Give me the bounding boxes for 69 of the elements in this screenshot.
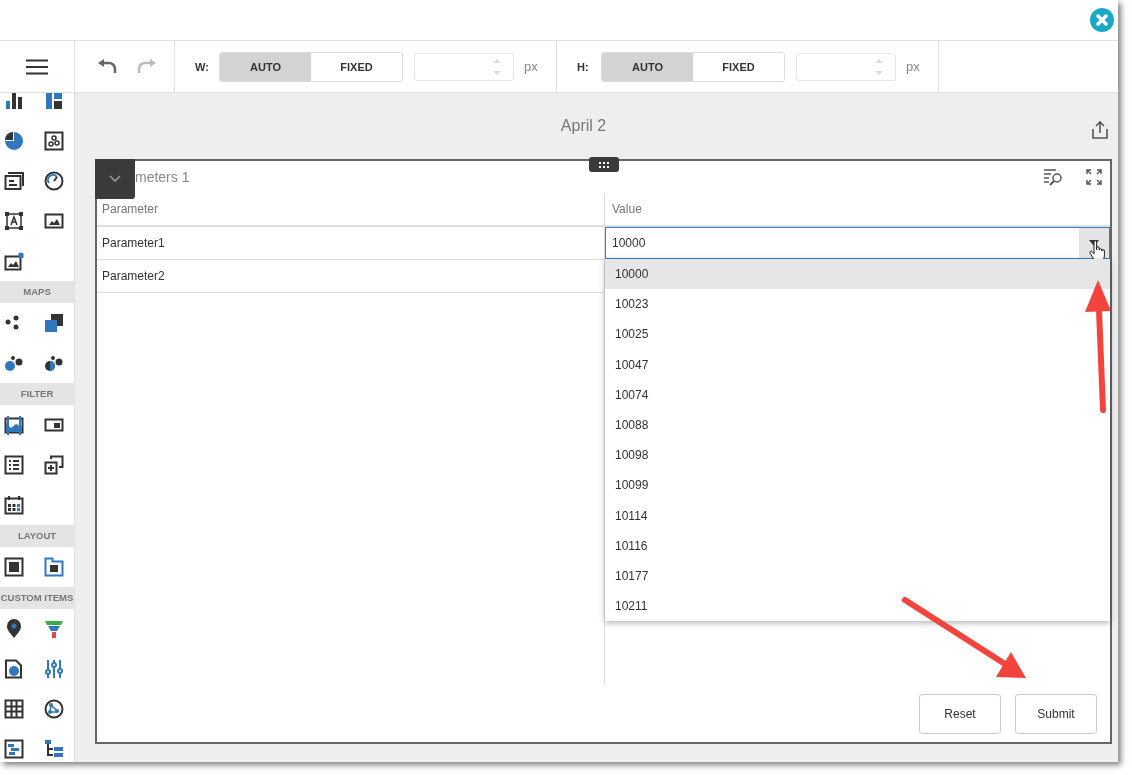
dropdown-item[interactable]: 10099 xyxy=(605,470,1110,501)
maximize-icon[interactable] xyxy=(1086,169,1102,185)
parameter-name: Parameter2 xyxy=(101,268,166,285)
pie-chart-icon[interactable] xyxy=(4,131,24,151)
group-icon[interactable] xyxy=(4,557,24,577)
image-database-icon[interactable] xyxy=(4,251,24,271)
bubbles-icon[interactable] xyxy=(4,353,24,373)
funnel-icon[interactable] xyxy=(44,619,64,639)
action-button[interactable]: Submit xyxy=(1015,694,1097,734)
column-header: Parameter xyxy=(101,201,160,218)
close-icon[interactable] xyxy=(1090,8,1114,32)
calendar-icon[interactable] xyxy=(4,495,24,515)
chevron-down-icon xyxy=(109,175,121,183)
dropdown-item[interactable]: 10116 xyxy=(605,530,1110,561)
action-button[interactable]: Reset xyxy=(919,694,1001,734)
image-icon[interactable] xyxy=(44,211,64,231)
section-header: CUSTOM ITEMS xyxy=(0,587,74,609)
dropdown-item[interactable]: 10098 xyxy=(605,440,1110,471)
value-combo-box[interactable]: 10000 xyxy=(605,227,1110,259)
globe-document-icon[interactable] xyxy=(4,659,24,679)
dots-icon xyxy=(599,161,609,168)
gantt-icon[interactable] xyxy=(4,739,24,759)
list-icon[interactable] xyxy=(4,455,24,475)
dropdown-item[interactable]: 10000 xyxy=(605,259,1110,290)
pie-bubbles-icon[interactable] xyxy=(44,353,64,373)
section-header: MAPS xyxy=(0,281,74,303)
drag-handle[interactable] xyxy=(589,157,619,172)
dashboard-title: April 2 xyxy=(560,117,607,135)
bar-chart-icon[interactable] xyxy=(4,93,24,111)
hand-cursor-icon xyxy=(1089,240,1105,262)
dropdown-item[interactable]: 10074 xyxy=(605,379,1110,410)
dropdown-item[interactable]: 10177 xyxy=(605,560,1110,592)
gauge-icon[interactable] xyxy=(44,171,64,191)
dropdown-item[interactable]: 10023 xyxy=(605,289,1110,320)
add-window-icon[interactable] xyxy=(44,455,64,475)
treemap-icon[interactable] xyxy=(44,93,64,111)
unit-label: px xyxy=(906,59,920,74)
filter-search-icon[interactable] xyxy=(1044,168,1064,186)
hierarchy-icon[interactable] xyxy=(44,739,64,759)
card-icon[interactable] xyxy=(4,171,24,191)
size-spin-field[interactable] xyxy=(796,52,896,81)
text-box-icon[interactable] xyxy=(4,211,24,231)
tab-container-icon[interactable] xyxy=(44,557,64,577)
parameter-name: Parameter1 xyxy=(101,235,166,252)
sliders-icon[interactable] xyxy=(44,659,64,679)
range-filter-icon[interactable] xyxy=(4,415,24,435)
undo-icon[interactable] xyxy=(97,58,117,75)
menu-icon[interactable] xyxy=(26,58,48,75)
mode-toggle[interactable]: AUTO xyxy=(220,52,311,81)
mode-toggle[interactable]: AUTO xyxy=(602,52,693,81)
scatter-icon[interactable] xyxy=(44,131,64,151)
panel-title: meters 1 xyxy=(135,169,191,185)
stacked-squares-icon[interactable] xyxy=(44,313,64,333)
dropdown-item[interactable]: 10211 xyxy=(605,591,1110,622)
column-header: Value xyxy=(604,193,1110,225)
size-spin-field[interactable] xyxy=(414,52,514,81)
dropdown-item[interactable]: 10047 xyxy=(605,349,1110,380)
dimension-label: H: xyxy=(577,60,590,73)
export-icon[interactable] xyxy=(1092,121,1108,139)
section-header: FILTER xyxy=(0,383,74,405)
dropdown-item[interactable]: 10088 xyxy=(605,409,1110,441)
map-pin-icon[interactable] xyxy=(4,619,24,639)
dimension-label: W: xyxy=(195,60,210,73)
unit-label: px xyxy=(524,59,538,74)
network-icon[interactable] xyxy=(44,699,64,719)
section-header: LAYOUT xyxy=(0,525,74,547)
grid-icon[interactable] xyxy=(4,699,24,719)
dropdown-item[interactable]: 10114 xyxy=(605,500,1110,531)
dropdown-item[interactable]: 10025 xyxy=(605,319,1110,350)
